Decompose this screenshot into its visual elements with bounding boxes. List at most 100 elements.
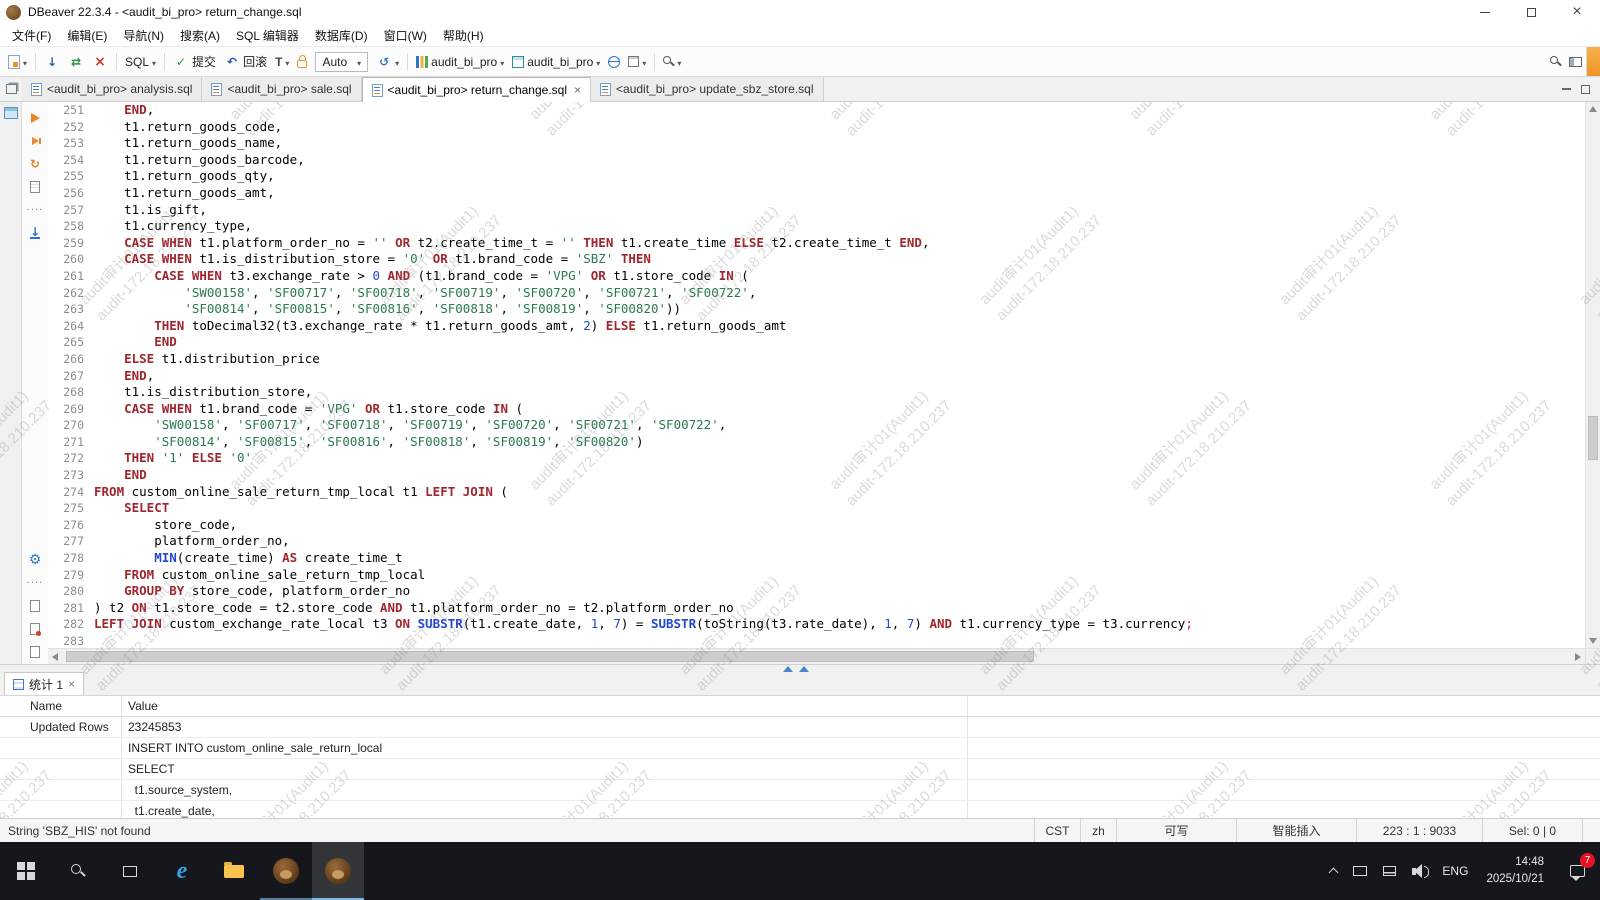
rollback-button[interactable]: 回滚 (220, 50, 271, 74)
code-line[interactable]: 254 t1.return_goods_barcode, (48, 152, 1585, 169)
new-sql-editor-button[interactable] (4, 50, 31, 74)
rail-overflow-icon[interactable] (27, 202, 43, 218)
rail-overflow-icon[interactable] (27, 575, 43, 591)
editor-tab[interactable]: <audit_bi_pro> update_sbz_store.sql (591, 77, 823, 101)
database-selector[interactable]: audit_bi_pro (508, 50, 604, 74)
script-save-icon[interactable] (27, 621, 43, 637)
code-line[interactable]: 251 END, (48, 102, 1585, 119)
column-header-value[interactable]: Value (122, 696, 968, 716)
minimize-editor-icon[interactable] (1562, 88, 1571, 90)
code-line[interactable]: 283 (48, 633, 1585, 648)
close-tab-icon[interactable] (572, 83, 581, 97)
touch-keyboard-button[interactable] (1375, 842, 1404, 900)
vertical-scrollbar[interactable] (1585, 102, 1600, 664)
code-line[interactable]: 277 platform_order_no, (48, 533, 1585, 550)
start-button[interactable] (0, 842, 52, 900)
transfer-data-button[interactable] (64, 50, 88, 74)
panel-divider[interactable] (0, 664, 1600, 672)
stats-row[interactable]: SELECT (0, 759, 1600, 780)
taskbar-search-button[interactable] (52, 842, 104, 900)
execute-new-tab-icon[interactable] (27, 156, 43, 172)
status-cell[interactable]: 可写 (1116, 819, 1236, 842)
taskbar-clock[interactable]: 14:48 2025/10/21 (1476, 842, 1554, 900)
menu-item[interactable]: 导航(N) (115, 24, 172, 47)
code-line[interactable]: 255 t1.return_goods_qty, (48, 168, 1585, 185)
dbeaver-taskbar-button[interactable] (260, 842, 312, 900)
code-line[interactable]: 263 'SF00814', 'SF00815', 'SF00816', 'SF… (48, 301, 1585, 318)
execute-statement-icon[interactable] (27, 110, 43, 126)
status-cell[interactable]: zh (1080, 819, 1116, 842)
editor-tab[interactable]: <audit_bi_pro> return_change.sql (362, 77, 591, 102)
script-copy-icon[interactable] (27, 644, 43, 660)
code-line[interactable]: 270 'SW00158', 'SF00717', 'SF00718', 'SF… (48, 417, 1585, 434)
stats-row[interactable]: Updated Rows23245853 (0, 717, 1600, 738)
restore-editors-icon[interactable] (0, 77, 22, 101)
horizontal-scrollbar[interactable] (48, 648, 1585, 664)
volume-button[interactable] (1404, 842, 1434, 900)
code-line[interactable]: 273 END (48, 467, 1585, 484)
sql-editor-strip-icon[interactable] (4, 107, 18, 119)
code-line[interactable]: 272 THEN '1' ELSE '0' (48, 450, 1585, 467)
quick-search-button[interactable] (1546, 50, 1565, 74)
settings-gear-icon[interactable] (27, 552, 43, 568)
menu-item[interactable]: 文件(F) (4, 24, 59, 47)
transaction-mode-button[interactable]: T (271, 50, 293, 74)
code-line[interactable]: 279 FROM custom_online_sale_return_tmp_l… (48, 567, 1585, 584)
code-line[interactable]: 257 t1.is_gift, (48, 202, 1585, 219)
commit-mode-combo[interactable]: Auto (315, 52, 368, 72)
menu-item[interactable]: 帮助(H) (435, 24, 492, 47)
close-statistics-tab-icon[interactable] (68, 677, 75, 691)
tray-display-button[interactable] (1345, 842, 1375, 900)
sql-editor[interactable]: 251 END,252 t1.return_goods_code,253 t1.… (48, 102, 1585, 648)
scroll-right-icon[interactable] (1575, 653, 1581, 661)
code-line[interactable]: 259 CASE WHEN t1.platform_order_no = '' … (48, 235, 1585, 252)
explain-plan-icon[interactable] (27, 179, 43, 195)
abort-button[interactable] (88, 50, 112, 74)
code-line[interactable]: 271 'SF00814', 'SF00815', 'SF00816', 'SF… (48, 434, 1585, 451)
status-cell[interactable]: 智能插入 (1236, 819, 1356, 842)
column-header-name[interactable]: Name (0, 696, 122, 716)
code-line[interactable]: 260 CASE WHEN t1.is_distribution_store =… (48, 251, 1585, 268)
code-line[interactable]: 262 'SW00158', 'SF00717', 'SF00718', 'SF… (48, 285, 1585, 302)
result-mode-button[interactable] (624, 50, 650, 74)
file-explorer-button[interactable] (208, 842, 260, 900)
commit-button[interactable]: 提交 (169, 50, 220, 74)
perspective-layout-button[interactable] (1565, 50, 1586, 74)
hscroll-thumb[interactable] (66, 651, 1034, 662)
restore-panel-icon[interactable] (783, 666, 793, 672)
code-line[interactable]: 267 END, (48, 368, 1585, 385)
code-line[interactable]: 276 store_code, (48, 517, 1585, 534)
code-line[interactable]: 274FROM custom_online_sale_return_tmp_lo… (48, 484, 1585, 501)
menu-item[interactable]: 编辑(E) (59, 24, 115, 47)
code-line[interactable]: 281) t2 ON t1.store_code = t2.store_code… (48, 600, 1585, 617)
hidden-icons-button[interactable] (1322, 842, 1345, 900)
stats-row[interactable]: t1.create_date, (0, 801, 1600, 818)
status-cell[interactable]: CST (1034, 819, 1080, 842)
menu-item[interactable]: 数据库(D) (307, 24, 376, 47)
code-line[interactable]: 265 END (48, 334, 1585, 351)
maximize-button[interactable] (1508, 0, 1554, 24)
status-cell[interactable]: Sel: 0 | 0 (1482, 819, 1582, 842)
code-line[interactable]: 280 GROUP BY store_code, platform_order_… (48, 583, 1585, 600)
editor-tab[interactable]: <audit_bi_pro> analysis.sql (22, 77, 202, 101)
maximize-editor-icon[interactable] (1581, 85, 1590, 94)
code-line[interactable]: 253 t1.return_goods_name, (48, 135, 1585, 152)
code-line[interactable]: 275 SELECT (48, 500, 1585, 517)
edge-button[interactable] (156, 842, 208, 900)
perspective-bar[interactable] (1586, 47, 1600, 76)
dbeaver-taskbar-button-active[interactable] (312, 842, 364, 900)
status-cell[interactable]: 223 : 1 : 9033 (1356, 819, 1482, 842)
fetch-data-button[interactable] (40, 50, 64, 74)
code-line[interactable]: 258 t1.currency_type, (48, 218, 1585, 235)
code-line[interactable]: 261 CASE WHEN t3.exchange_rate > 0 AND (… (48, 268, 1585, 285)
code-line[interactable]: 252 t1.return_goods_code, (48, 119, 1585, 136)
task-view-button[interactable] (104, 842, 156, 900)
navigator-button[interactable] (604, 50, 624, 74)
menu-item[interactable]: 搜索(A) (172, 24, 228, 47)
menu-item[interactable]: 窗口(W) (376, 24, 435, 47)
code-line[interactable]: 256 t1.return_goods_amt, (48, 185, 1585, 202)
code-line[interactable]: 266 ELSE t1.distribution_price (48, 351, 1585, 368)
code-line[interactable]: 282LEFT JOIN custom_exchange_rate_local … (48, 616, 1585, 633)
vscroll-track[interactable] (1586, 116, 1600, 634)
language-indicator[interactable]: ENG (1434, 842, 1476, 900)
